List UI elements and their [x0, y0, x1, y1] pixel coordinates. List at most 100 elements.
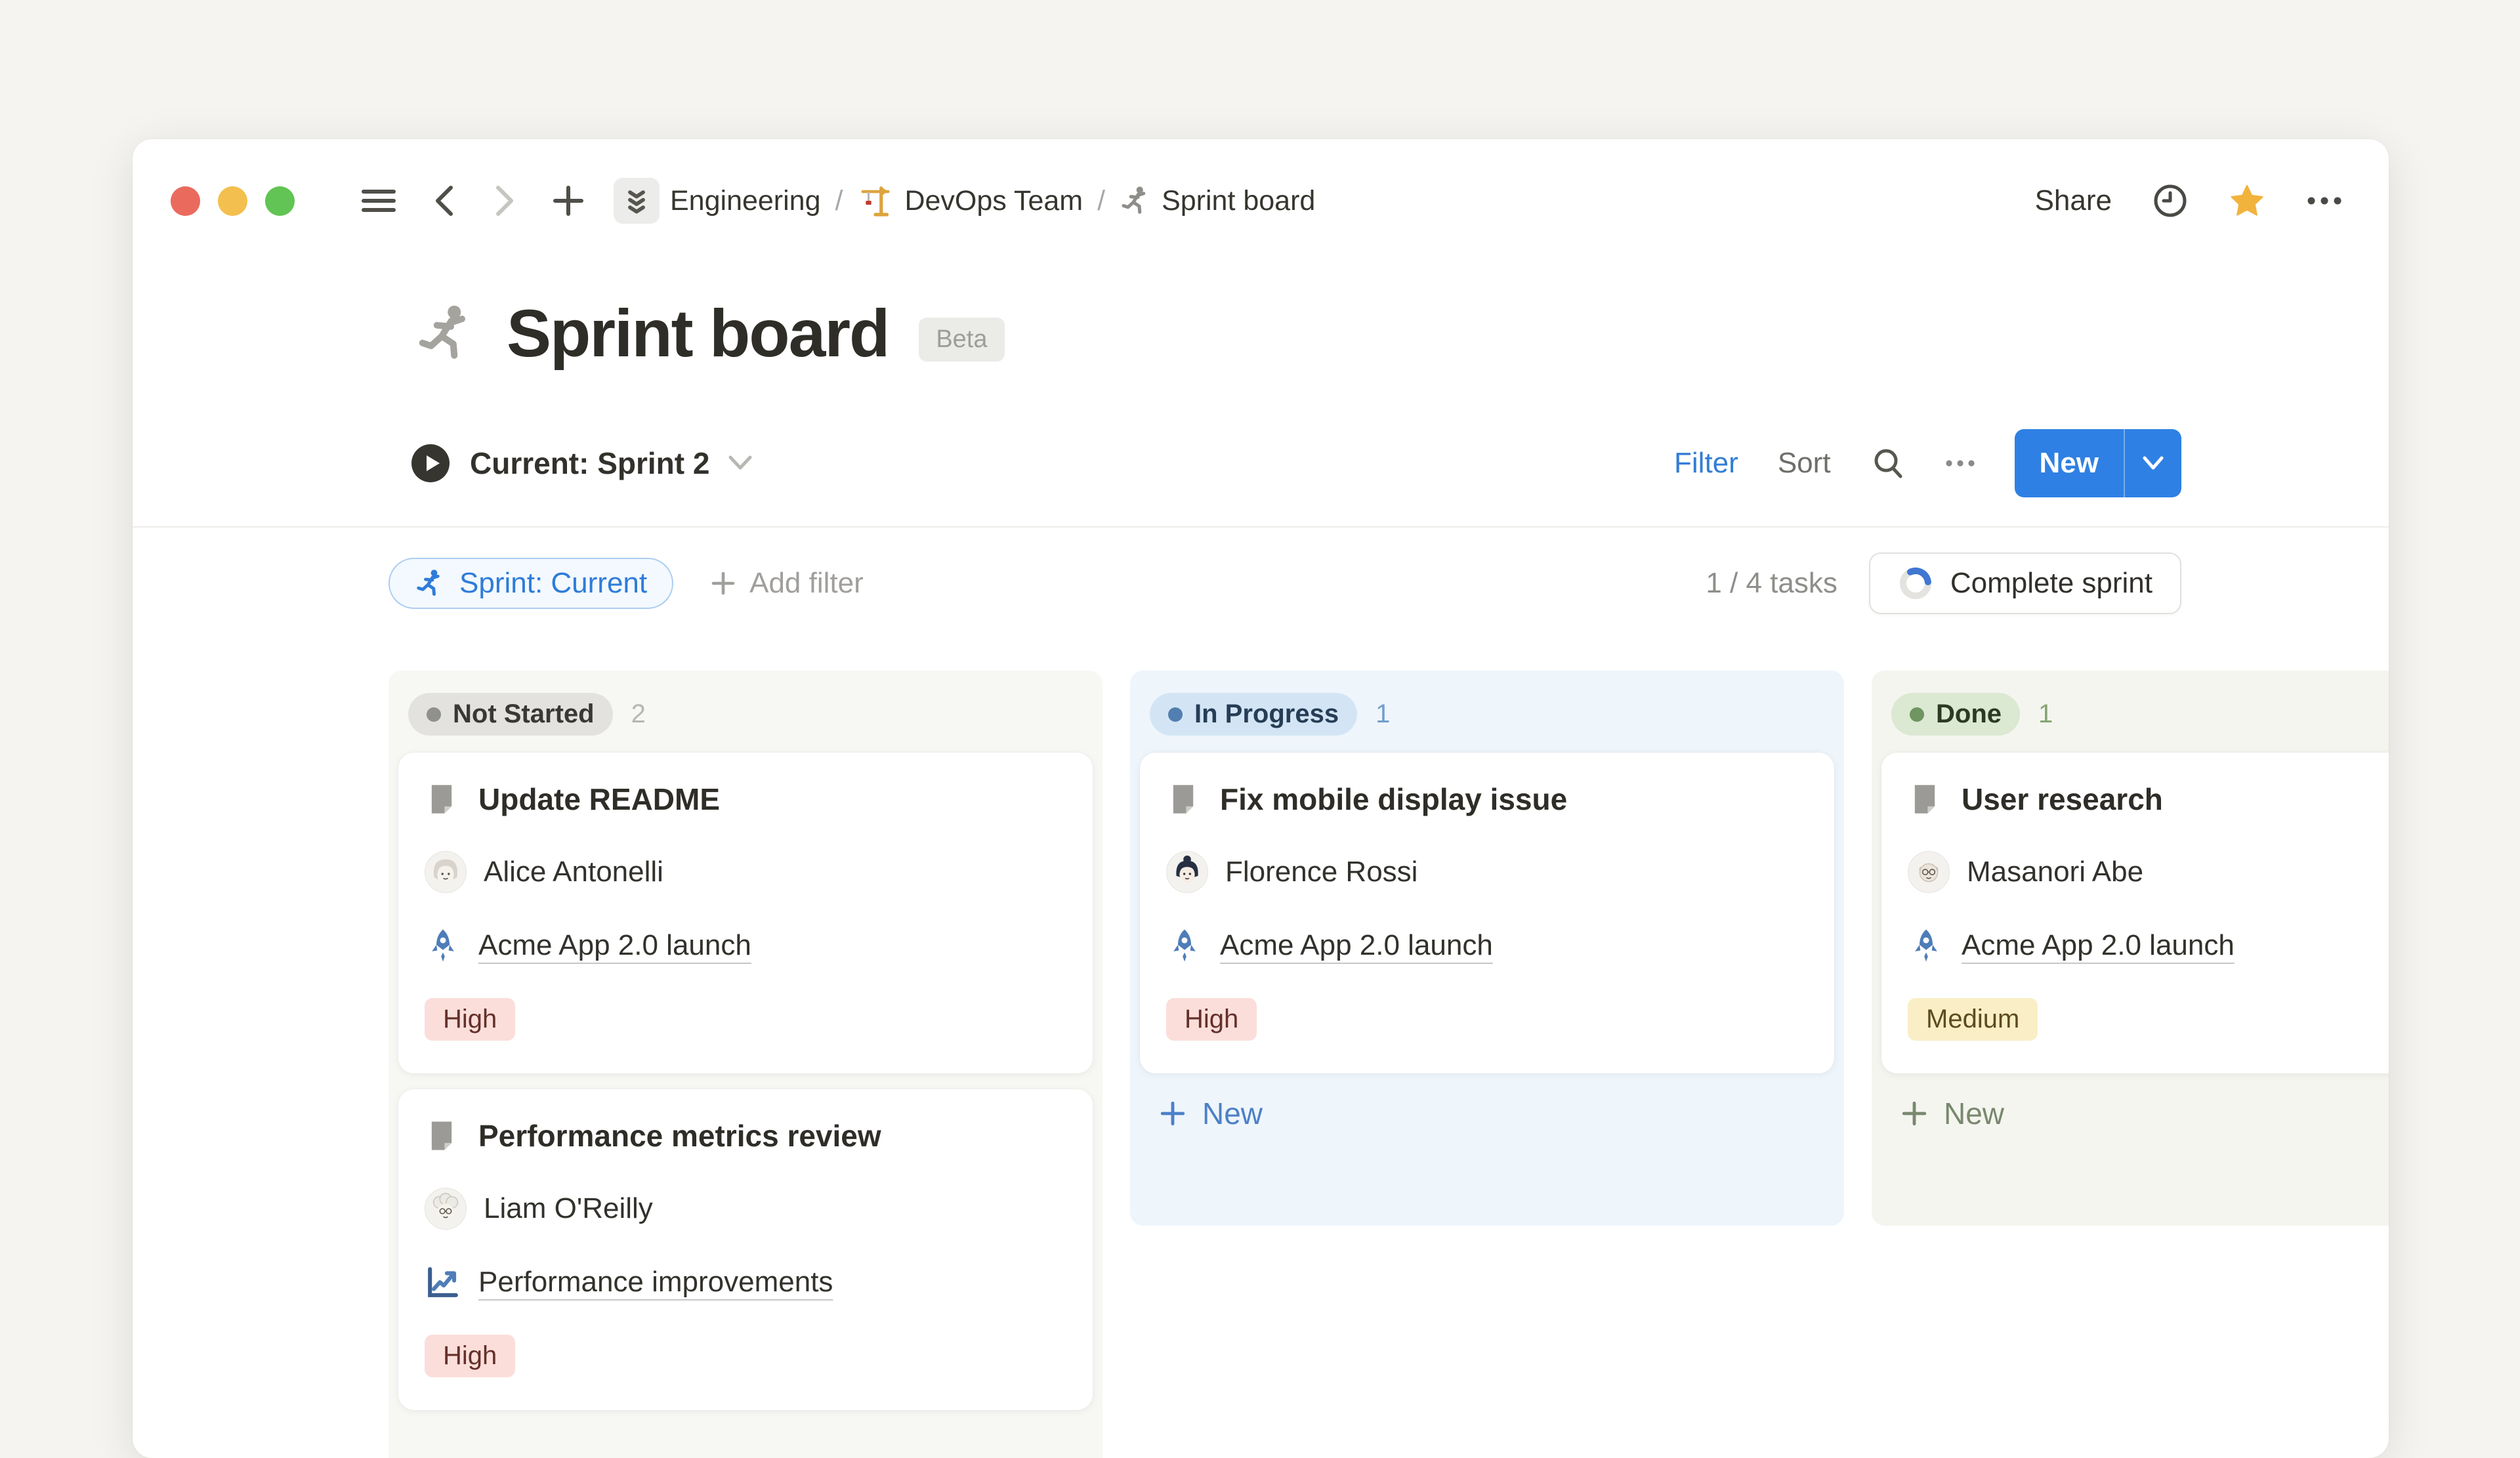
- runner-icon: [415, 568, 445, 598]
- close-window-button[interactable]: [171, 186, 200, 216]
- topbar: Engineering / DevOps Team /: [133, 139, 2389, 253]
- search-icon[interactable]: [1870, 446, 1906, 481]
- sprint-filter-chip-label: Sprint: Current: [459, 567, 647, 600]
- forward-icon[interactable]: [492, 182, 518, 219]
- column-count: 1: [2038, 699, 2053, 729]
- page-title-runner-icon: [415, 302, 476, 364]
- tasks-progress-text: 1 / 4 tasks: [1706, 567, 1838, 600]
- project-link[interactable]: Acme App 2.0 launch: [478, 929, 751, 962]
- rocket-icon: [1166, 927, 1203, 964]
- status-dot: [1168, 707, 1183, 722]
- status-label: In Progress: [1194, 699, 1339, 729]
- task-title: Fix mobile display issue: [1220, 781, 1567, 817]
- clock-icon[interactable]: [2152, 183, 2188, 219]
- app-window: Engineering / DevOps Team /: [133, 139, 2389, 1458]
- task-title: User research: [1962, 781, 2163, 817]
- page-icon: [425, 1119, 459, 1153]
- breadcrumb-separator: /: [835, 185, 843, 217]
- priority-badge: High: [425, 998, 515, 1041]
- status-dot: [1910, 707, 1924, 722]
- add-card-label: New: [1944, 1096, 2004, 1131]
- new-task-button[interactable]: New: [2015, 429, 2181, 497]
- page-icon: [1166, 782, 1200, 816]
- status-pill-in-progress[interactable]: In Progress: [1150, 693, 1357, 736]
- column-count: 2: [631, 699, 646, 729]
- chevron-down-icon: [728, 455, 753, 472]
- breadcrumb-item-devops-team[interactable]: DevOps Team: [857, 182, 1083, 219]
- column-count: 1: [1376, 699, 1390, 729]
- zoom-window-button[interactable]: [265, 186, 295, 216]
- beta-badge: Beta: [919, 318, 1004, 362]
- task-card[interactable]: Fix mobile display issue: [1140, 753, 1834, 1073]
- hamburger-menu-icon[interactable]: [360, 186, 397, 215]
- minimize-window-button[interactable]: [218, 186, 247, 216]
- status-pill-not-started[interactable]: Not Started: [408, 693, 613, 736]
- breadcrumb: Engineering / DevOps Team /: [614, 178, 1315, 224]
- priority-badge: Medium: [1908, 998, 2038, 1041]
- project-link[interactable]: Performance improvements: [478, 1266, 833, 1299]
- breadcrumb-item-sprint-board[interactable]: Sprint board: [1120, 185, 1315, 217]
- avatar: [425, 1188, 467, 1230]
- new-task-button-label[interactable]: New: [2015, 429, 2124, 497]
- project-link[interactable]: Acme App 2.0 launch: [1962, 929, 2235, 962]
- more-options-icon[interactable]: [2306, 196, 2343, 206]
- rocket-icon: [1908, 927, 1944, 964]
- task-card[interactable]: Update README Alice Anton: [398, 753, 1093, 1073]
- stack-icon: [614, 178, 660, 224]
- column-in-progress: In Progress 1 Fix mobile display issue: [1130, 671, 1844, 1226]
- back-icon[interactable]: [431, 182, 457, 219]
- plus-icon: [1159, 1100, 1186, 1127]
- status-label: Not Started: [453, 699, 595, 729]
- priority-badge: High: [1166, 998, 1257, 1041]
- play-circle-icon: [410, 442, 452, 484]
- status-dot: [427, 707, 441, 722]
- new-page-plus-icon[interactable]: [552, 184, 585, 217]
- avatar: [425, 851, 467, 893]
- kanban-board: Not Started 2 Update README: [388, 671, 2389, 1458]
- assignee-name: Masanori Abe: [1967, 856, 2143, 888]
- progress-ring-icon: [1898, 566, 1933, 601]
- sprint-view-switcher[interactable]: Current: Sprint 2: [410, 442, 753, 484]
- filter-button[interactable]: Filter: [1674, 447, 1738, 480]
- add-filter-label: Add filter: [749, 567, 864, 600]
- toolbar-divider: [133, 526, 2389, 528]
- plus-icon: [1900, 1100, 1928, 1127]
- task-title: Performance metrics review: [478, 1118, 881, 1154]
- add-card-button[interactable]: New: [1872, 1073, 2389, 1154]
- current-sprint-label: Current: Sprint 2: [470, 446, 709, 481]
- add-card-button[interactable]: New: [1130, 1073, 1844, 1154]
- new-task-dropdown-icon[interactable]: [2125, 429, 2181, 497]
- page-title[interactable]: Sprint board: [507, 300, 889, 367]
- breadcrumb-item-engineering[interactable]: Engineering: [614, 178, 821, 224]
- assignee-name: Florence Rossi: [1225, 856, 1418, 888]
- status-pill-done[interactable]: Done: [1891, 693, 2020, 736]
- task-card[interactable]: User research: [1881, 753, 2389, 1073]
- view-options-icon[interactable]: [1945, 459, 1975, 467]
- breadcrumb-separator: /: [1097, 185, 1105, 217]
- rocket-icon: [425, 927, 461, 964]
- avatar: [1908, 851, 1950, 893]
- project-link[interactable]: Acme App 2.0 launch: [1220, 929, 1493, 962]
- column-done: Done 1 User research: [1872, 671, 2389, 1226]
- complete-sprint-button[interactable]: Complete sprint: [1869, 552, 2181, 614]
- share-button[interactable]: Share: [2035, 184, 2112, 217]
- runner-icon: [1120, 185, 1151, 217]
- status-label: Done: [1936, 699, 2002, 729]
- complete-sprint-label: Complete sprint: [1950, 567, 2152, 600]
- sort-button[interactable]: Sort: [1778, 447, 1831, 480]
- breadcrumb-label: Engineering: [670, 185, 821, 217]
- add-card-label: New: [1202, 1096, 1263, 1131]
- page-icon: [425, 782, 459, 816]
- plus-icon: [710, 570, 736, 596]
- favorite-star-icon[interactable]: [2229, 182, 2265, 219]
- avatar: [1166, 851, 1208, 893]
- assignee-name: Alice Antonelli: [484, 856, 663, 888]
- task-card[interactable]: Performance metrics review: [398, 1089, 1093, 1410]
- sprint-filter-chip[interactable]: Sprint: Current: [388, 558, 673, 609]
- add-filter-button[interactable]: Add filter: [710, 567, 864, 600]
- assignee-name: Liam O'Reilly: [484, 1192, 653, 1225]
- crane-icon: [857, 182, 894, 219]
- column-not-started: Not Started 2 Update README: [388, 671, 1102, 1458]
- chart-icon: [425, 1264, 461, 1301]
- page-icon: [1908, 782, 1942, 816]
